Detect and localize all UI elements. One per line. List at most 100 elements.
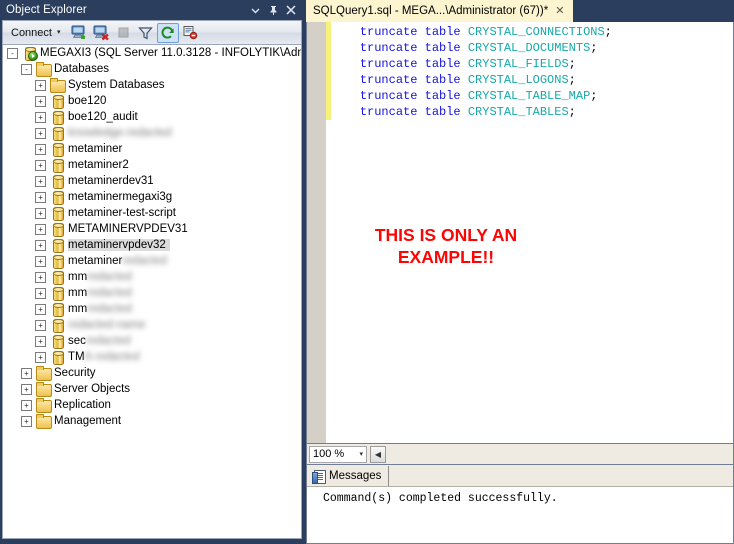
- object-explorer-toolbar: Connect ▾: [2, 20, 302, 44]
- tree-item[interactable]: + METAMINERVPDEV31: [3, 221, 301, 237]
- sql-keyword: truncate table: [359, 89, 461, 103]
- sql-code-editor[interactable]: truncate table CRYSTAL_CONNECTIONS; trun…: [306, 22, 734, 444]
- tree-item[interactable]: - Databases: [3, 61, 301, 77]
- tree-item[interactable]: + metaminermegaxi3g: [3, 189, 301, 205]
- tree-item[interactable]: + boe120_audit: [3, 109, 301, 125]
- sql-keyword: truncate table: [359, 25, 461, 39]
- database-icon: [49, 126, 65, 141]
- expand-icon[interactable]: +: [35, 239, 46, 251]
- database-icon: [49, 158, 65, 173]
- tree-item[interactable]: + mmredacted: [3, 285, 301, 301]
- tree-item-label: Management: [54, 415, 122, 427]
- close-icon[interactable]: [283, 2, 299, 18]
- expand-icon[interactable]: +: [35, 319, 46, 331]
- expand-icon[interactable]: +: [35, 335, 46, 347]
- expand-icon[interactable]: +: [35, 223, 46, 235]
- stop-icon: [113, 23, 135, 43]
- tree-item-label: Databases: [54, 63, 109, 75]
- tree-item[interactable]: + metaminer: [3, 141, 301, 157]
- example-annotation: THIS IS ONLY AN EXAMPLE!!: [321, 224, 571, 268]
- connect-button[interactable]: Connect ▾: [7, 23, 65, 43]
- tree-item[interactable]: + knowledge-redacted: [3, 125, 301, 141]
- database-icon: [49, 318, 65, 333]
- tree-item-label: metaminerdev31: [68, 175, 154, 187]
- close-icon[interactable]: ✕: [555, 5, 564, 17]
- expand-icon[interactable]: +: [35, 159, 46, 171]
- tree-item[interactable]: + metaminerdev31: [3, 173, 301, 189]
- expand-icon[interactable]: +: [35, 175, 46, 187]
- tree-item[interactable]: + boe120: [3, 93, 301, 109]
- expand-icon[interactable]: +: [35, 79, 46, 91]
- expand-icon[interactable]: +: [35, 143, 46, 155]
- zoom-level-select[interactable]: 100 % ▾: [309, 445, 367, 463]
- tab-sqlquery1[interactable]: SQLQuery1.sql - MEGA...\Administrator (6…: [306, 0, 573, 22]
- expand-icon[interactable]: +: [35, 287, 46, 299]
- tree-item-label: metaminer2: [68, 159, 129, 171]
- sql-identifier: CRYSTAL_DOCUMENTS: [467, 41, 591, 55]
- tree-item[interactable]: + Management: [3, 413, 301, 429]
- tree-item[interactable]: + Security: [3, 365, 301, 381]
- expand-icon[interactable]: +: [35, 351, 46, 363]
- connect-button-label: Connect: [11, 26, 52, 39]
- tree-item[interactable]: + metaminer-test-script: [3, 205, 301, 221]
- folder-icon: [49, 78, 66, 93]
- expand-icon[interactable]: +: [35, 95, 46, 107]
- dropdown-icon[interactable]: [247, 2, 263, 18]
- expand-icon[interactable]: +: [35, 207, 46, 219]
- tree-item[interactable]: + redacted-name: [3, 317, 301, 333]
- expand-icon[interactable]: +: [21, 399, 32, 411]
- ssms-window: Object Explorer Connect ▾ - MEGAXI3 (SQL…: [0, 0, 734, 544]
- tree-item-label: boe120: [68, 95, 107, 107]
- pin-icon[interactable]: [265, 2, 281, 18]
- folder-icon: [35, 414, 52, 429]
- expand-icon[interactable]: +: [35, 127, 46, 139]
- tree-item-label: mmredacted: [68, 271, 136, 283]
- tree-item[interactable]: + mmredacted: [3, 269, 301, 285]
- tree-item[interactable]: + metaminerredacted: [3, 253, 301, 269]
- tree-item-label: mmredacted: [68, 303, 136, 315]
- tree-item-label: secredacted: [68, 335, 135, 347]
- disconnect-object-explorer-icon[interactable]: [91, 23, 113, 43]
- refresh-icon[interactable]: [156, 22, 179, 43]
- tree-item[interactable]: + mmredacted: [3, 301, 301, 317]
- expand-icon[interactable]: +: [35, 191, 46, 203]
- connect-object-explorer-icon[interactable]: [69, 23, 91, 43]
- scroll-left-button[interactable]: ◀: [370, 445, 386, 463]
- expand-icon[interactable]: +: [35, 255, 46, 267]
- tree-item[interactable]: + System Databases: [3, 77, 301, 93]
- script-icon[interactable]: [179, 23, 201, 43]
- tree-item[interactable]: + secredacted: [3, 333, 301, 349]
- tree-item-label: boe120_audit: [68, 111, 138, 123]
- tree-item[interactable]: + metaminer2: [3, 157, 301, 173]
- tree-item-label: Replication: [54, 399, 111, 411]
- tree-item[interactable]: + metaminervpdev32: [3, 237, 301, 253]
- tree-item[interactable]: + Replication: [3, 397, 301, 413]
- database-icon: [49, 334, 65, 349]
- tree-item[interactable]: + TMA redacted: [3, 349, 301, 365]
- editor-zoom-bar: 100 % ▾ ◀: [306, 444, 734, 464]
- filter-icon[interactable]: [135, 23, 157, 43]
- database-icon: [49, 206, 65, 221]
- expand-icon[interactable]: +: [35, 271, 46, 283]
- expand-icon[interactable]: +: [21, 415, 32, 427]
- object-explorer-tree[interactable]: - MEGAXI3 (SQL Server 11.0.3128 - INFOLYT…: [2, 44, 302, 539]
- tree-item[interactable]: + Server Objects: [3, 381, 301, 397]
- database-icon: [49, 142, 65, 157]
- tree-item-label-redacted: redacted: [87, 271, 132, 283]
- annotation-line-2: EXAMPLE!!: [397, 247, 495, 267]
- collapse-icon[interactable]: -: [7, 47, 18, 59]
- folder-icon: [35, 62, 52, 77]
- server-icon: [21, 46, 38, 61]
- tab-messages[interactable]: Messages: [307, 466, 390, 486]
- expand-icon[interactable]: +: [21, 383, 32, 395]
- expand-icon[interactable]: +: [35, 303, 46, 315]
- database-icon: [49, 94, 65, 109]
- expand-icon[interactable]: +: [35, 111, 46, 123]
- tree-item[interactable]: - MEGAXI3 (SQL Server 11.0.3128 - INFOLYT…: [3, 45, 301, 61]
- collapse-icon[interactable]: -: [21, 63, 32, 75]
- expand-icon[interactable]: +: [21, 367, 32, 379]
- tree-item-label-visible: TM: [68, 351, 85, 363]
- code-line: truncate table CRYSTAL_TABLES;: [331, 104, 733, 120]
- document-tabstrip: SQLQuery1.sql - MEGA...\Administrator (6…: [306, 0, 734, 22]
- messages-icon: [312, 469, 326, 484]
